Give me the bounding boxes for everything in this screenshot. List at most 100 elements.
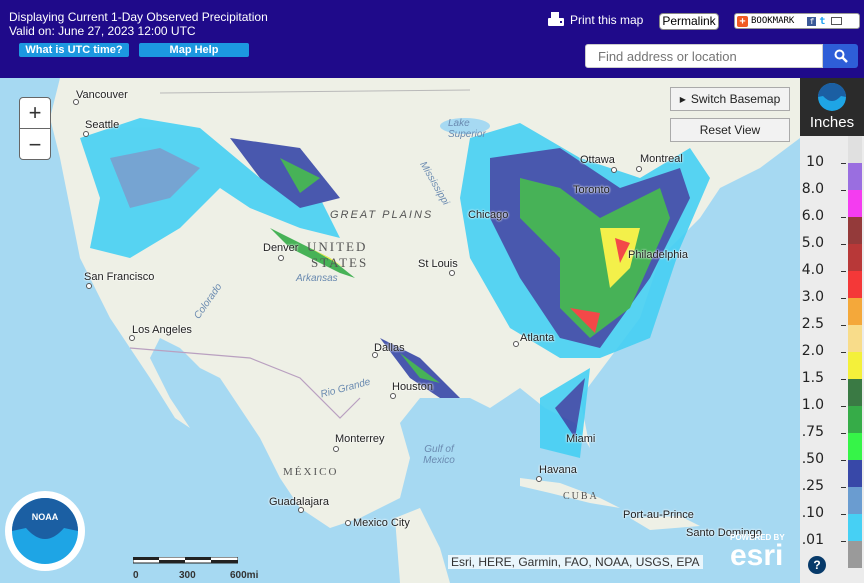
legend-swatch bbox=[848, 460, 862, 487]
legend-tick bbox=[841, 541, 846, 542]
zoom-in-button[interactable]: + bbox=[20, 98, 50, 129]
legend-tick bbox=[841, 487, 846, 488]
legend-tick bbox=[841, 379, 846, 380]
region-label: STATES bbox=[311, 255, 369, 270]
city-label: Miami bbox=[566, 433, 596, 445]
city-marker bbox=[278, 255, 284, 261]
city-marker bbox=[73, 99, 79, 105]
legend-swatch bbox=[848, 433, 862, 460]
search-icon bbox=[834, 49, 848, 63]
legend-label: 2.0 bbox=[801, 343, 824, 359]
city-marker bbox=[372, 352, 378, 358]
legend-label: 1.5 bbox=[801, 370, 824, 386]
legend-swatch bbox=[848, 244, 862, 271]
legend-label: 10 bbox=[806, 154, 824, 170]
city-label: Ottawa bbox=[580, 154, 615, 166]
legend-swatch bbox=[848, 541, 862, 568]
permalink-button[interactable]: Permalink bbox=[659, 13, 719, 30]
esri-wordmark: esri bbox=[730, 539, 784, 572]
twitter-icon[interactable]: t bbox=[819, 16, 828, 26]
city-marker bbox=[129, 335, 135, 341]
city-marker bbox=[536, 476, 542, 482]
city-marker bbox=[390, 393, 396, 399]
esri-logo[interactable]: POWERED BY esri bbox=[730, 533, 785, 572]
legend-tick bbox=[841, 514, 846, 515]
water-label: Arkansas bbox=[296, 273, 338, 284]
title-line2: Valid on: June 27, 2023 12:00 UTC bbox=[9, 24, 196, 38]
zoom-control: + − bbox=[19, 97, 51, 160]
city-marker bbox=[449, 270, 455, 276]
water-label: Gulf of Mexico bbox=[423, 444, 455, 466]
legend-help-button[interactable]: ? bbox=[808, 556, 826, 574]
legend-swatch bbox=[848, 190, 862, 217]
legend-tick bbox=[841, 460, 846, 461]
map-canvas[interactable]: Vancouver Seattle San Francisco Los Ange… bbox=[0, 78, 800, 583]
legend-swatch bbox=[848, 487, 862, 514]
region-label: UNITED bbox=[307, 239, 368, 254]
city-marker bbox=[83, 131, 89, 137]
bookmark-button[interactable]: + BOOKMARK f t bbox=[734, 13, 860, 29]
city-marker bbox=[333, 446, 339, 452]
map-help-button[interactable]: Map Help bbox=[139, 43, 249, 57]
legend-label: .75 bbox=[801, 424, 824, 440]
printer-icon bbox=[548, 12, 564, 26]
legend-swatch bbox=[848, 271, 862, 298]
legend-label: 6.0 bbox=[801, 208, 824, 224]
city-label: Houston bbox=[392, 381, 433, 393]
city-marker bbox=[86, 283, 92, 289]
print-button[interactable]: Print this map bbox=[548, 12, 643, 28]
utc-time-button[interactable]: What is UTC time? bbox=[19, 43, 129, 57]
legend-tick bbox=[841, 217, 846, 218]
city-marker bbox=[636, 166, 642, 172]
scale-label: 0 bbox=[133, 570, 139, 581]
search-button[interactable] bbox=[823, 44, 858, 68]
print-label: Print this map bbox=[570, 13, 644, 27]
title-line1: Displaying Current 1-Day Observed Precip… bbox=[9, 10, 268, 24]
legend-swatch bbox=[848, 163, 862, 190]
legend-tick bbox=[841, 298, 846, 299]
legend-label: 2.5 bbox=[801, 316, 824, 332]
svg-text:NOAA: NOAA bbox=[32, 512, 59, 522]
city-label: Atlanta bbox=[520, 332, 555, 344]
city-label: Port-au-Prince bbox=[623, 509, 694, 521]
region-label: MÉXICO bbox=[283, 466, 339, 478]
legend-tick bbox=[841, 163, 846, 164]
noaa-emblem-icon bbox=[818, 83, 846, 111]
plus-icon: + bbox=[737, 15, 748, 27]
legend-label: 3.0 bbox=[801, 289, 824, 305]
city-label: Chicago bbox=[468, 209, 509, 221]
facebook-icon[interactable]: f bbox=[807, 16, 817, 26]
water-label: Lake Superior bbox=[448, 118, 486, 140]
city-label: Los Angeles bbox=[132, 324, 192, 336]
email-icon[interactable] bbox=[831, 17, 843, 25]
legend-swatch bbox=[848, 379, 862, 406]
legend-swatch bbox=[848, 136, 862, 163]
city-marker bbox=[513, 341, 519, 347]
legend-label: 8.0 bbox=[801, 181, 824, 197]
switch-basemap-button[interactable]: ▶ Switch Basemap bbox=[670, 87, 790, 111]
legend-label: .10 bbox=[801, 505, 824, 521]
region-label: GREAT PLAINS bbox=[330, 209, 434, 221]
search-input[interactable] bbox=[585, 44, 823, 68]
legend-swatch bbox=[848, 298, 862, 325]
zoom-out-button[interactable]: − bbox=[20, 129, 50, 160]
switch-basemap-label: Switch Basemap bbox=[690, 92, 781, 106]
city-marker bbox=[298, 507, 304, 513]
legend-tick bbox=[841, 244, 846, 245]
legend-label: 5.0 bbox=[801, 235, 824, 251]
legend-swatch bbox=[848, 352, 862, 379]
legend-tick bbox=[841, 352, 846, 353]
city-label: St Louis bbox=[418, 258, 458, 270]
reset-view-button[interactable]: Reset View bbox=[670, 118, 790, 142]
noaa-logo: NOAA bbox=[5, 491, 85, 571]
city-marker bbox=[611, 167, 617, 173]
bookmark-label: BOOKMARK bbox=[751, 16, 795, 26]
legend-label: .50 bbox=[801, 451, 824, 467]
search-bar bbox=[585, 44, 858, 68]
city-marker bbox=[345, 520, 351, 526]
attribution: Esri, HERE, Garmin, FAO, NOAA, USGS, EPA bbox=[448, 555, 703, 569]
city-label: San Francisco bbox=[84, 271, 155, 283]
scale-label: 300 bbox=[179, 570, 196, 581]
scale-label: 600mi bbox=[230, 570, 259, 581]
city-label: Denver bbox=[263, 242, 299, 254]
